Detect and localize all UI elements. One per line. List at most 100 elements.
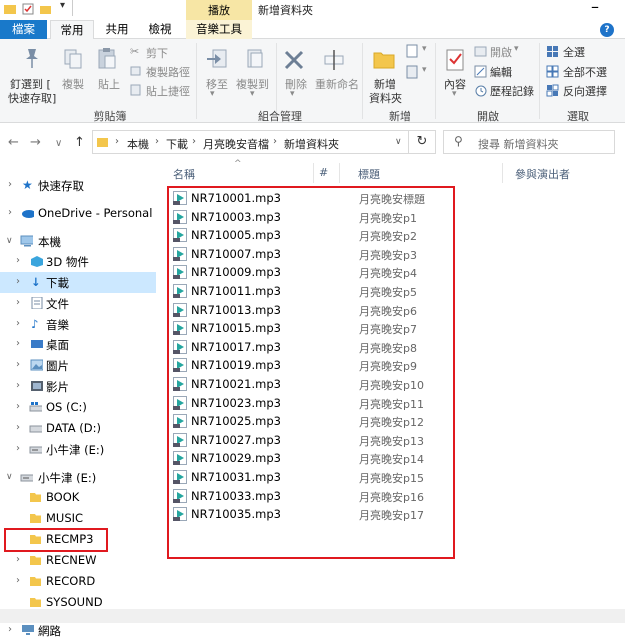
nav-item-this-pc[interactable]: ∨ 本機 — [0, 231, 156, 252]
breadcrumb-chevron-icon[interactable]: › — [115, 136, 119, 147]
breadcrumb-item[interactable]: 月亮晚安音檔 — [203, 136, 269, 152]
tab-view[interactable]: 檢視 — [140, 20, 180, 39]
nav-item-desktop[interactable]: › 桌面 — [0, 334, 156, 355]
easy-access-icon[interactable] — [405, 65, 421, 79]
pictures-icon — [30, 359, 43, 371]
open-icon — [474, 46, 487, 57]
collapse-chevron-icon[interactable]: ∨ — [6, 236, 13, 246]
nav-item-pictures[interactable]: › 圖片 — [0, 355, 156, 376]
expand-chevron-icon[interactable]: › — [16, 401, 20, 412]
nav-item-videos[interactable]: › 影片 — [0, 376, 156, 397]
expand-chevron-icon[interactable]: › — [16, 422, 20, 433]
breadcrumb-chevron-icon[interactable]: › — [273, 136, 277, 147]
copy-button[interactable]: 複製 — [62, 76, 84, 92]
nav-item-music-folder[interactable]: MUSIC — [0, 508, 156, 529]
select-all-button[interactable]: 全選 — [563, 44, 585, 60]
expand-chevron-icon[interactable]: › — [16, 276, 20, 287]
breadcrumb-chevron-icon[interactable]: › — [192, 136, 196, 147]
expand-chevron-icon[interactable]: › — [16, 338, 20, 349]
rename-button[interactable]: 重新命名 — [315, 76, 359, 92]
address-bar[interactable]: › 本機 › 下載 › 月亮晚安音檔 › 新增資料夾 ∨ — [92, 130, 409, 154]
expand-chevron-icon[interactable]: › — [16, 297, 20, 308]
copy-path-button[interactable]: 複製路徑 — [146, 64, 190, 80]
expand-chevron-icon[interactable]: › — [8, 179, 12, 190]
back-arrow-icon[interactable]: ← — [8, 135, 19, 150]
expand-chevron-icon[interactable]: › — [8, 624, 12, 635]
expand-chevron-icon[interactable]: › — [16, 318, 20, 329]
expand-chevron-icon[interactable]: › — [16, 380, 20, 391]
nav-item-recnew[interactable]: › RECNEW — [0, 550, 156, 571]
new-folder-icon — [373, 52, 395, 69]
nav-item-quick-access[interactable]: › ★ 快速存取 — [0, 175, 156, 196]
column-divider[interactable] — [313, 163, 314, 183]
edit-button[interactable]: 編輯 — [490, 64, 512, 80]
nav-item-book[interactable]: BOOK — [0, 487, 156, 508]
cut-button[interactable]: 剪下 — [146, 45, 168, 61]
folder-icon — [97, 138, 108, 147]
open-dropdown-icon[interactable]: ▾ — [514, 44, 519, 54]
nav-label: 網路 — [38, 624, 61, 638]
column-divider[interactable] — [502, 163, 503, 183]
expand-chevron-icon[interactable]: › — [16, 443, 20, 454]
recent-locations-chevron-icon[interactable]: ∨ — [55, 138, 62, 149]
breadcrumb-item[interactable]: 新增資料夾 — [284, 136, 339, 152]
nav-item-3d-objects[interactable]: › 3D 物件 — [0, 251, 156, 272]
breadcrumb-item[interactable]: 下載 — [166, 136, 188, 152]
properties-dropdown-icon[interactable]: ▾ — [452, 89, 457, 99]
column-header-number[interactable]: # — [319, 166, 328, 179]
paste-shortcut-button[interactable]: 貼上捷徑 — [146, 83, 190, 99]
column-header-artist[interactable]: 參與演出者 — [515, 166, 570, 182]
invert-selection-button[interactable]: 反向選擇 — [563, 83, 607, 99]
select-none-button[interactable]: 全部不選 — [563, 64, 607, 80]
nav-item-music[interactable]: › ♪ 音樂 — [0, 314, 156, 335]
delete-button[interactable]: 刪除 — [285, 76, 307, 92]
tab-home[interactable]: 常用 — [50, 20, 94, 40]
help-icon[interactable]: ? — [600, 23, 614, 37]
history-button[interactable]: 歷程記錄 — [490, 83, 534, 99]
expand-chevron-icon[interactable]: › — [16, 554, 20, 565]
column-header-title[interactable]: 標題 — [358, 166, 380, 182]
nav-item-record[interactable]: › RECORD — [0, 571, 156, 592]
nav-item-documents[interactable]: › 文件 — [0, 293, 156, 314]
tab-music-tools[interactable]: 音樂工具 — [186, 20, 252, 39]
expand-chevron-icon[interactable]: › — [8, 207, 12, 218]
column-header-name[interactable]: 名稱 — [173, 166, 195, 182]
refresh-button[interactable]: ↻ — [409, 130, 436, 154]
clipboard-group-label: 剪貼簿 — [93, 110, 127, 123]
nav-item-network-bottom[interactable]: › 網路 — [0, 620, 156, 641]
new-item-dropdown-icon[interactable]: ▾ — [422, 44, 427, 54]
music-note-icon: ♪ — [31, 317, 39, 331]
nav-label: 下載 — [46, 276, 69, 290]
expand-chevron-icon[interactable]: › — [16, 255, 20, 266]
search-input[interactable]: ⚲ 搜尋 新增資料夾 — [443, 130, 615, 154]
delete-dropdown-icon[interactable]: ▾ — [290, 89, 295, 99]
nav-item-usb-e[interactable]: › 小牛津 (E:) — [0, 439, 156, 460]
collapse-chevron-icon[interactable]: ∨ — [6, 472, 13, 482]
paste-button[interactable]: 貼上 — [98, 76, 120, 92]
video-icon — [31, 381, 43, 391]
forward-arrow-icon[interactable]: → — [30, 135, 41, 150]
new-item-icon[interactable] — [405, 44, 421, 58]
move-to-dropdown-icon[interactable]: ▾ — [210, 89, 215, 99]
nav-item-downloads[interactable]: › ↓ 下載 — [0, 272, 156, 293]
minimize-button[interactable]: – — [570, 0, 620, 18]
new-folder-quick-icon[interactable] — [40, 3, 52, 15]
nav-item-data-d[interactable]: › DATA (D:) — [0, 418, 156, 439]
breadcrumb-item[interactable]: 本機 — [127, 136, 149, 152]
open-button[interactable]: 開啟 — [490, 44, 512, 60]
properties-icon[interactable] — [22, 3, 34, 15]
nav-item-usb-e-root[interactable]: ∨ 小牛津 (E:) — [0, 467, 156, 488]
easy-access-dropdown-icon[interactable]: ▾ — [422, 65, 427, 75]
expand-chevron-icon[interactable]: › — [16, 359, 20, 370]
tab-file[interactable]: 檔案 — [0, 20, 47, 39]
copy-to-dropdown-icon[interactable]: ▾ — [250, 89, 255, 99]
qat-dropdown-icon[interactable]: ▾ — [60, 0, 65, 11]
address-dropdown-icon[interactable]: ∨ — [395, 137, 402, 147]
breadcrumb-chevron-icon[interactable]: › — [155, 136, 159, 147]
up-arrow-icon[interactable]: ↑ — [74, 135, 85, 150]
column-divider[interactable] — [339, 163, 340, 183]
tab-share[interactable]: 共用 — [97, 20, 137, 39]
nav-item-onedrive[interactable]: › OneDrive - Personal — [0, 203, 156, 224]
nav-item-os-c[interactable]: › OS (C:) — [0, 397, 156, 418]
expand-chevron-icon[interactable]: › — [16, 575, 20, 586]
